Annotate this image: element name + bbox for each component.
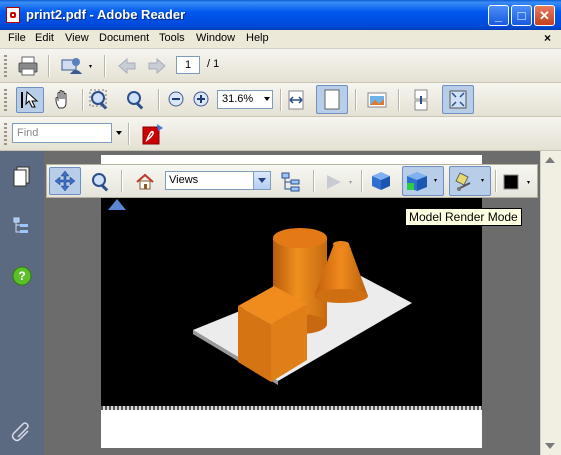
tooltip: Model Render Mode xyxy=(405,208,522,226)
tools-toolbar: 31.6% xyxy=(0,83,561,117)
rotate-3d-icon[interactable] xyxy=(49,167,81,195)
find-input[interactable]: Find xyxy=(12,123,112,143)
maximize-button[interactable]: □ xyxy=(511,5,532,26)
toolbar-grip[interactable] xyxy=(4,89,7,111)
separator xyxy=(82,89,84,111)
svg-text:?: ? xyxy=(18,269,25,283)
find-dropdown-chevron-icon[interactable] xyxy=(116,131,122,135)
separator xyxy=(128,123,130,145)
chevron-down-icon xyxy=(253,172,270,189)
model-tree-icon[interactable] xyxy=(279,170,303,194)
window-title: print2.pdf - Adobe Reader xyxy=(26,7,186,22)
zoom-value: 31.6% xyxy=(222,93,254,105)
separator xyxy=(361,170,363,192)
navigation-panel: ? xyxy=(0,151,44,455)
close-document-button[interactable]: × xyxy=(544,31,551,45)
menu-edit[interactable]: Edit xyxy=(35,32,54,44)
views-select[interactable]: Views xyxy=(165,171,271,190)
find-toolbar: Find xyxy=(0,117,561,151)
menu-bar: File Edit View Document Tools Window Hel… xyxy=(0,30,561,49)
separator xyxy=(158,89,160,111)
separator xyxy=(48,55,50,77)
page-total: / 1 xyxy=(207,58,220,70)
zoom-level-select[interactable]: 31.6% xyxy=(217,90,273,109)
menu-help[interactable]: Help xyxy=(246,32,269,44)
forward-arrow-icon[interactable] xyxy=(145,54,169,78)
page-footer-strip xyxy=(101,406,482,410)
3d-toolbar: Views xyxy=(46,164,538,198)
scroll-mode-icon[interactable] xyxy=(409,88,433,112)
file-toolbar: 1 / 1 xyxy=(0,49,561,83)
separator xyxy=(280,89,282,111)
print-icon[interactable] xyxy=(16,54,40,78)
close-button[interactable]: ✕ xyxy=(534,5,555,26)
separator xyxy=(355,89,357,111)
page-number-input[interactable]: 1 xyxy=(176,56,200,74)
acrobat-icon[interactable] xyxy=(140,122,164,146)
separator xyxy=(121,170,123,192)
lighting-icon[interactable] xyxy=(449,166,491,196)
views-value: Views xyxy=(169,174,199,186)
fit-width-icon[interactable] xyxy=(284,88,308,112)
menu-view[interactable]: View xyxy=(65,32,89,44)
fit-page-icon[interactable] xyxy=(316,85,348,114)
3d-model xyxy=(193,228,412,385)
play-animation-icon[interactable] xyxy=(323,170,357,194)
pdf-icon xyxy=(6,7,20,23)
background-color-icon[interactable] xyxy=(501,170,535,194)
separator xyxy=(313,170,315,192)
menu-window[interactable]: Window xyxy=(196,32,235,44)
select-tool-icon[interactable] xyxy=(16,87,44,113)
scroll-up-arrow-icon[interactable] xyxy=(545,157,555,163)
3d-viewport[interactable] xyxy=(101,198,482,408)
help-icon[interactable]: ? xyxy=(11,265,33,287)
separator xyxy=(398,89,400,111)
separator xyxy=(104,55,106,77)
back-arrow-icon[interactable] xyxy=(115,54,139,78)
title-bar: print2.pdf - Adobe Reader _ □ ✕ xyxy=(0,0,561,30)
zoom-3d-icon[interactable] xyxy=(89,170,113,194)
bookmarks-icon[interactable] xyxy=(10,215,34,239)
cube-icon[interactable] xyxy=(369,169,393,193)
chevron-down-icon xyxy=(264,97,270,101)
toolbar-grip[interactable] xyxy=(4,123,7,145)
minimize-button[interactable]: _ xyxy=(488,5,509,26)
attachments-icon[interactable] xyxy=(10,419,34,443)
pages-icon[interactable] xyxy=(10,165,34,189)
render-mode-icon[interactable] xyxy=(402,166,444,196)
full-screen-icon[interactable] xyxy=(442,85,474,114)
menu-file[interactable]: File xyxy=(8,32,26,44)
zoom-in-icon[interactable] xyxy=(191,89,211,109)
collaborate-icon[interactable] xyxy=(60,54,92,78)
vertical-scrollbar[interactable] xyxy=(540,151,561,455)
menu-document[interactable]: Document xyxy=(99,32,149,44)
separator xyxy=(495,170,497,192)
zoom-out-icon[interactable] xyxy=(166,89,186,109)
toolbar-pin-marker[interactable] xyxy=(108,199,126,210)
home-view-icon[interactable] xyxy=(133,170,157,194)
snapshot-icon[interactable] xyxy=(365,88,389,112)
dynamic-zoom-icon[interactable] xyxy=(124,88,148,112)
toolbar-grip[interactable] xyxy=(4,55,7,77)
menu-tools[interactable]: Tools xyxy=(159,32,185,44)
hand-tool-icon[interactable] xyxy=(52,88,76,112)
marquee-zoom-icon[interactable] xyxy=(88,88,112,112)
scroll-down-arrow-icon[interactable] xyxy=(545,443,555,449)
